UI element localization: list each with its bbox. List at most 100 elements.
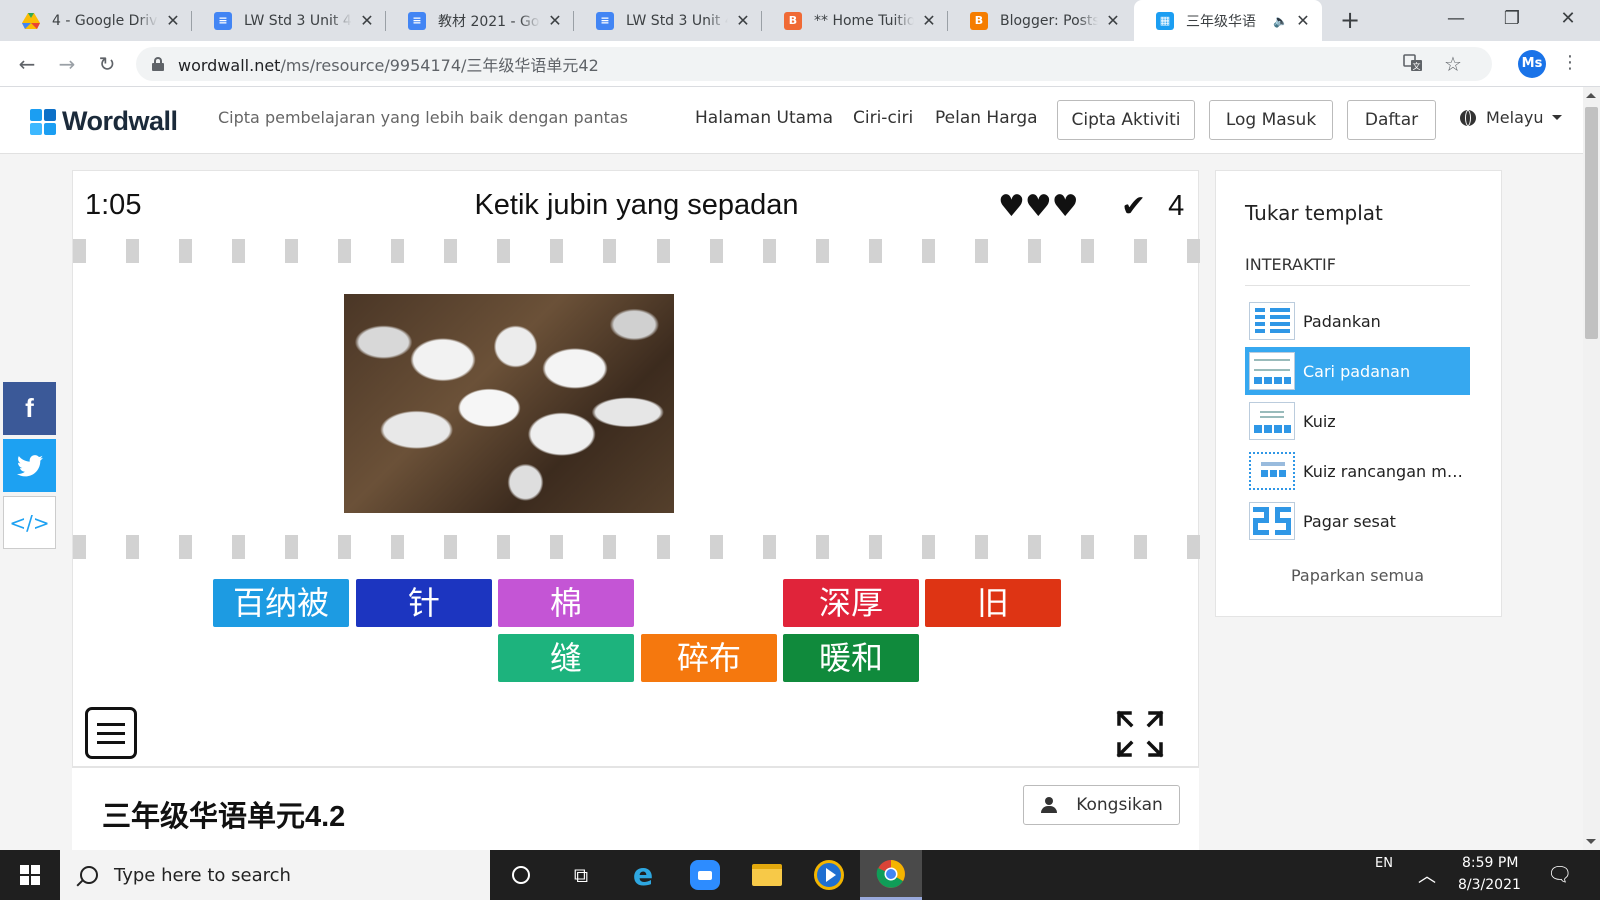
back-icon[interactable]: ←	[13, 50, 41, 78]
twitter-share-button[interactable]	[3, 439, 56, 492]
close-tab-icon[interactable]: ✕	[920, 11, 938, 30]
template-quiz[interactable]: Kuiz	[1245, 397, 1470, 445]
gameshow-quiz-icon	[1249, 452, 1295, 490]
restore-icon[interactable]: ❐	[1484, 0, 1540, 41]
answer-tile[interactable]: 缝	[498, 634, 634, 682]
answer-tile[interactable]: 棉	[498, 579, 634, 627]
template-find-the-match[interactable]: Cari padanan	[1245, 347, 1470, 395]
clock-time[interactable]: 8:59 PM	[1462, 855, 1518, 871]
film-perforation	[815, 239, 829, 263]
scroll-down-icon[interactable]	[1586, 839, 1596, 844]
template-gameshow-quiz[interactable]: Kuiz rancangan ma...	[1245, 447, 1470, 495]
maze-chase-icon	[1249, 502, 1295, 540]
nav-link-pricing[interactable]: Pelan Harga	[935, 108, 1038, 128]
score: ✔ 4	[1121, 190, 1185, 223]
lock-icon[interactable]	[152, 57, 164, 71]
answer-tile[interactable]: 百纳被	[213, 579, 349, 627]
language-indicator[interactable]: EN	[1375, 856, 1393, 871]
media-player-icon[interactable]	[798, 850, 860, 900]
login-button[interactable]: Log Masuk	[1209, 100, 1333, 140]
notification-center-icon[interactable]: 🗨	[1547, 862, 1572, 886]
film-perforation	[1080, 535, 1094, 559]
speaker-icon[interactable]: 🔈	[1273, 14, 1288, 28]
nav-link-home[interactable]: Halaman Utama	[695, 108, 833, 128]
film-perforation	[1027, 239, 1041, 263]
bookmark-star-icon[interactable]: ☆	[1442, 53, 1464, 75]
share-button[interactable]: Kongsikan	[1023, 785, 1180, 825]
internet-explorer-icon[interactable]: e	[612, 850, 674, 900]
close-window-icon[interactable]: ✕	[1540, 0, 1596, 41]
tray-chevron-up-icon[interactable]: ︿	[1418, 862, 1436, 888]
tab-wordwall-active[interactable]: ▦ 三年级华语 🔈 ✕	[1134, 0, 1322, 41]
answer-tile[interactable]: 碎布	[641, 634, 777, 682]
tab-blogger-posts[interactable]: B Blogger: Posts ✕	[948, 0, 1132, 41]
translate-icon[interactable]: 文	[1402, 53, 1424, 75]
answer-tile[interactable]: 旧	[925, 579, 1061, 627]
film-perforation	[550, 239, 564, 263]
close-tab-icon[interactable]: ✕	[358, 11, 376, 30]
tab-jiaocai-2021[interactable]: ≡ 教材 2021 - Google Docs ✕	[386, 0, 574, 41]
browser-tab-bar: 4 - Google Drive ✕ ≡ LW Std 3 Unit 4.2 ✕…	[0, 0, 1600, 41]
nav-link-features[interactable]: Ciri-ciri	[853, 108, 913, 128]
answer-tile[interactable]: 深厚	[783, 579, 919, 627]
create-activity-button[interactable]: Cipta Aktiviti	[1057, 100, 1195, 140]
address-bar[interactable]: wordwall.net/ms/resource/9954174/三年级华语单元…	[136, 47, 1492, 81]
cortana-icon[interactable]	[490, 850, 552, 900]
zoom-icon[interactable]	[674, 850, 736, 900]
template-maze-chase[interactable]: Pagar sesat	[1245, 497, 1470, 545]
search-icon	[80, 866, 98, 884]
film-perforation	[1080, 239, 1094, 263]
film-perforation	[285, 239, 299, 263]
close-tab-icon[interactable]: ✕	[546, 11, 564, 30]
close-tab-icon[interactable]: ✕	[1104, 11, 1122, 30]
fullscreen-icon[interactable]	[1116, 710, 1164, 758]
windows-logo-icon	[20, 865, 40, 885]
film-perforation	[391, 535, 405, 559]
tab-lw-std3-b[interactable]: ≡ LW Std 3 Unit 4.2 ✕	[574, 0, 762, 41]
answer-tile[interactable]: 暖和	[783, 634, 919, 682]
quiz-icon	[1249, 402, 1295, 440]
page-scrollbar[interactable]	[1583, 87, 1600, 850]
scroll-up-icon[interactable]	[1586, 93, 1596, 98]
embed-icon: </>	[9, 510, 50, 535]
chrome-menu-icon[interactable]: ⋮	[1560, 50, 1580, 78]
minimize-icon[interactable]: —	[1428, 0, 1484, 41]
google-docs-icon: ≡	[596, 11, 614, 30]
taskbar-search[interactable]: Type here to search	[60, 850, 490, 900]
clock-date[interactable]: 8/3/2021	[1458, 877, 1521, 893]
film-perforation	[338, 535, 352, 559]
scrollbar-thumb[interactable]	[1585, 107, 1598, 339]
film-perforation	[232, 535, 246, 559]
new-tab-button[interactable]: +	[1336, 7, 1364, 35]
tab-home-tuition[interactable]: B ** Home Tuition ✕	[762, 0, 948, 41]
game-menu-button[interactable]	[85, 707, 137, 759]
template-match-up[interactable]: Padankan	[1245, 297, 1470, 345]
language-selector[interactable]: Melayu	[1460, 108, 1562, 127]
close-tab-icon[interactable]: ✕	[734, 11, 752, 30]
start-button[interactable]	[0, 850, 60, 900]
file-explorer-icon[interactable]	[736, 850, 798, 900]
film-perforation	[921, 535, 935, 559]
tagline: Cipta pembelajaran yang lebih baik denga…	[218, 108, 629, 127]
reload-icon[interactable]: ↻	[93, 50, 121, 78]
wordwall-logo[interactable]: Wordwall	[30, 106, 178, 137]
film-perforation	[762, 535, 776, 559]
close-tab-icon[interactable]: ✕	[1294, 11, 1312, 30]
profile-avatar[interactable]: Ms	[1518, 50, 1546, 78]
answer-tile[interactable]: 针	[356, 579, 492, 627]
signup-button[interactable]: Daftar	[1347, 100, 1436, 140]
show-all-link[interactable]: Paparkan semua	[1245, 566, 1470, 585]
chrome-icon[interactable]	[860, 850, 922, 900]
url-text[interactable]: wordwall.net/ms/resource/9954174/三年级华语单元…	[178, 52, 599, 76]
task-view-icon[interactable]: ⧉	[550, 850, 612, 900]
embed-button[interactable]: </>	[3, 496, 56, 549]
close-tab-icon[interactable]: ✕	[164, 11, 182, 30]
film-perforation	[709, 239, 723, 263]
wordwall-icon: ▦	[1156, 11, 1174, 30]
tab-lw-std3-a[interactable]: ≡ LW Std 3 Unit 4.2 ✕	[192, 0, 386, 41]
film-perforation	[497, 239, 511, 263]
tab-google-drive[interactable]: 4 - Google Drive ✕	[0, 0, 192, 41]
forward-icon[interactable]: →	[53, 50, 81, 78]
game-area: 1:05 Ketik jubin yang sepadan ♥♥♥ ✔ 4 百纳…	[72, 170, 1200, 767]
facebook-share-button[interactable]: f	[3, 382, 56, 435]
